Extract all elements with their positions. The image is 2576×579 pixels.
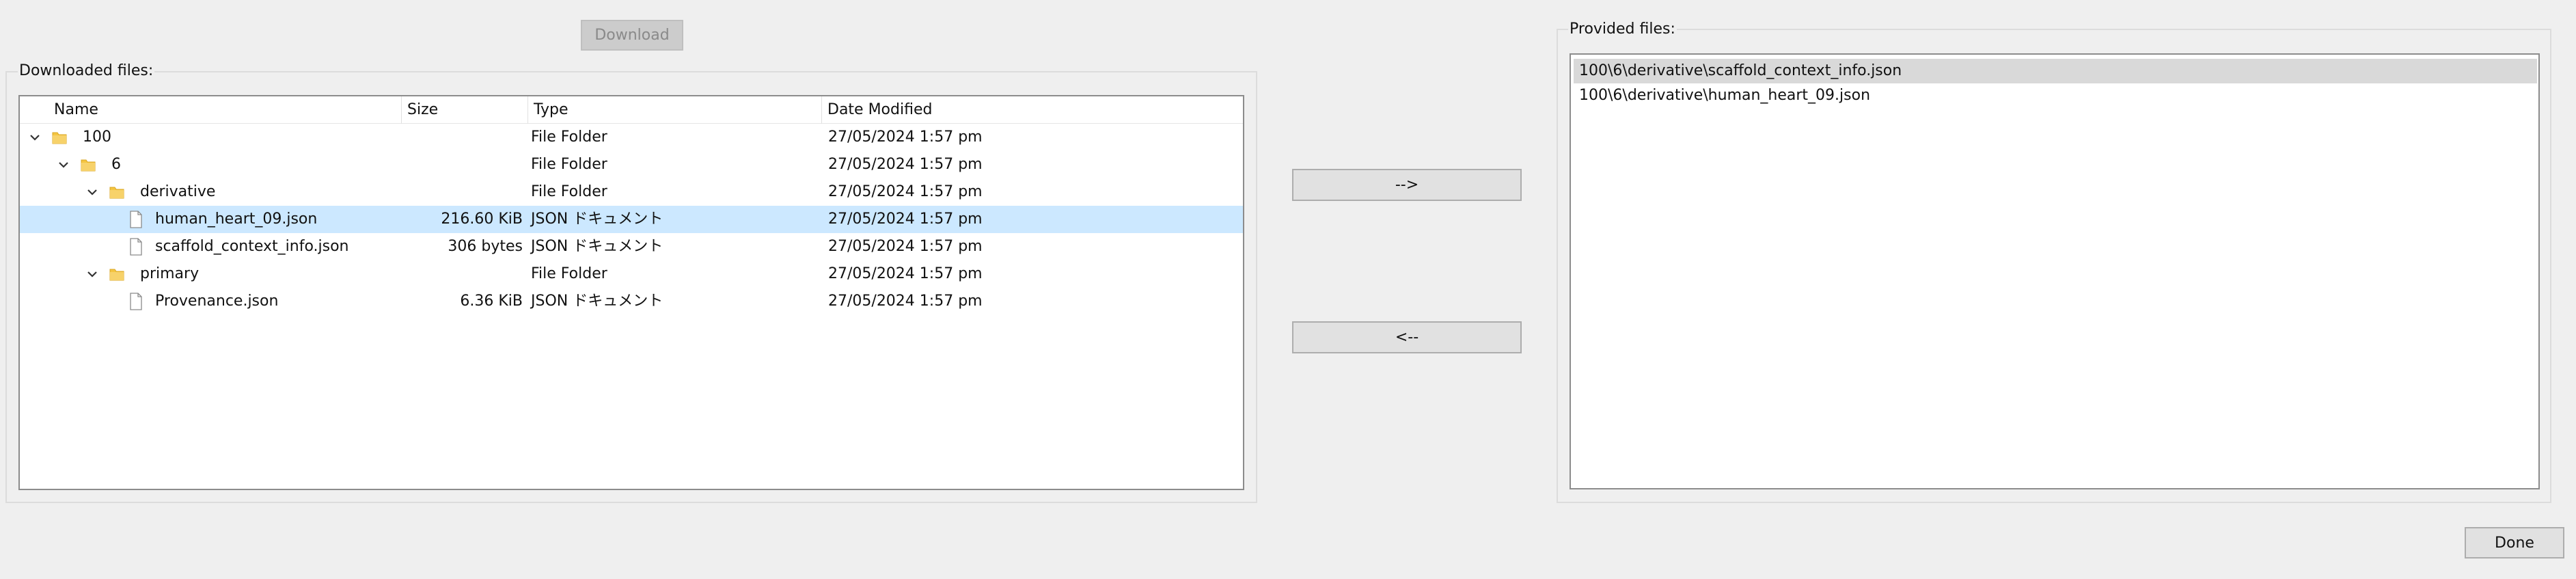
chevron-down-icon[interactable] bbox=[28, 131, 42, 144]
cell-date-modified: 27/05/2024 1:57 pm bbox=[828, 293, 983, 310]
done-button[interactable]: Done bbox=[2465, 527, 2564, 558]
chevron-down-icon[interactable] bbox=[57, 158, 70, 172]
cell-type: File Folder bbox=[531, 129, 607, 146]
cell-name: 100 bbox=[83, 129, 111, 146]
tree-header: Name Size Type Date Modified bbox=[20, 96, 1243, 124]
download-button[interactable]: Download bbox=[581, 20, 683, 51]
column-header-name[interactable]: Name bbox=[49, 96, 417, 124]
cell-size: 216.60 KiB bbox=[441, 211, 523, 228]
tree-row[interactable]: primary File Folder 27/05/2024 1:57 pm bbox=[20, 260, 1243, 288]
cell-name: Provenance.json bbox=[155, 293, 279, 310]
column-header-date-modified[interactable]: Date Modified bbox=[821, 96, 1243, 124]
file-icon bbox=[130, 238, 142, 256]
chevron-down-icon[interactable] bbox=[85, 185, 99, 199]
cell-size bbox=[402, 260, 523, 288]
cell-name: human_heart_09.json bbox=[155, 211, 318, 228]
folder-icon bbox=[109, 187, 124, 199]
tree-row[interactable]: 6 File Folder 27/05/2024 1:57 pm bbox=[20, 151, 1243, 178]
cell-type: JSON ドキュメント bbox=[531, 211, 663, 228]
tree-row[interactable]: 100 File Folder 27/05/2024 1:57 pm bbox=[20, 124, 1243, 151]
cell-date-modified: 27/05/2024 1:57 pm bbox=[828, 265, 983, 282]
downloaded-files-title: Downloaded files: bbox=[18, 62, 155, 79]
cell-size: 6.36 KiB bbox=[460, 293, 523, 310]
cell-date-modified: 27/05/2024 1:57 pm bbox=[828, 156, 983, 173]
cell-date-modified: 27/05/2024 1:57 pm bbox=[828, 129, 983, 146]
provided-files-title: Provided files: bbox=[1568, 21, 1677, 38]
cell-size bbox=[402, 178, 523, 206]
cell-name: primary bbox=[140, 265, 200, 282]
list-item[interactable]: 100\6\derivative\human_heart_09.json bbox=[1574, 83, 2537, 108]
list-item[interactable]: 100\6\derivative\scaffold_context_info.j… bbox=[1574, 59, 2537, 83]
folder-icon bbox=[109, 269, 124, 281]
tree-row[interactable]: derivative File Folder 27/05/2024 1:57 pm bbox=[20, 178, 1243, 206]
cell-type: File Folder bbox=[531, 156, 607, 173]
add-to-provided-button[interactable]: --> bbox=[1292, 169, 1522, 201]
cell-date-modified: 27/05/2024 1:57 pm bbox=[828, 211, 983, 228]
cell-date-modified: 27/05/2024 1:57 pm bbox=[828, 183, 983, 200]
file-transfer-dialog: Download Downloaded files: Name Size Typ… bbox=[0, 0, 2576, 579]
provided-files-list[interactable]: 100\6\derivative\scaffold_context_info.j… bbox=[1570, 53, 2540, 489]
cell-name: derivative bbox=[140, 183, 216, 200]
tree-row[interactable]: scaffold_context_info.json 306 bytes JSON … bbox=[20, 233, 1243, 260]
cell-size bbox=[402, 151, 523, 178]
chevron-down-icon[interactable] bbox=[85, 267, 99, 281]
tree-row[interactable]: Provenance.json 6.36 KiB JSON ドキュメント 27/05/… bbox=[20, 288, 1243, 315]
folder-icon bbox=[81, 159, 96, 172]
cell-size bbox=[402, 124, 523, 151]
file-icon bbox=[130, 211, 142, 228]
column-header-size[interactable]: Size bbox=[401, 96, 527, 124]
downloaded-files-tree[interactable]: Name Size Type Date Modified 100 File Fol… bbox=[18, 95, 1244, 490]
column-header-type[interactable]: Type bbox=[527, 96, 821, 124]
remove-from-provided-button[interactable]: <-- bbox=[1292, 321, 1522, 353]
cell-type: File Folder bbox=[531, 183, 607, 200]
cell-type: File Folder bbox=[531, 265, 607, 282]
cell-type: JSON ドキュメント bbox=[531, 238, 663, 255]
cell-date-modified: 27/05/2024 1:57 pm bbox=[828, 238, 983, 255]
cell-name: 6 bbox=[111, 156, 121, 173]
cell-size: 306 bytes bbox=[448, 238, 523, 255]
file-icon bbox=[130, 293, 142, 310]
cell-name: scaffold_context_info.json bbox=[155, 238, 349, 255]
folder-icon bbox=[52, 132, 67, 144]
cell-type: JSON ドキュメント bbox=[531, 293, 663, 310]
tree-row[interactable]: human_heart_09.json 216.60 KiB JSON ドキュメント… bbox=[20, 206, 1243, 233]
